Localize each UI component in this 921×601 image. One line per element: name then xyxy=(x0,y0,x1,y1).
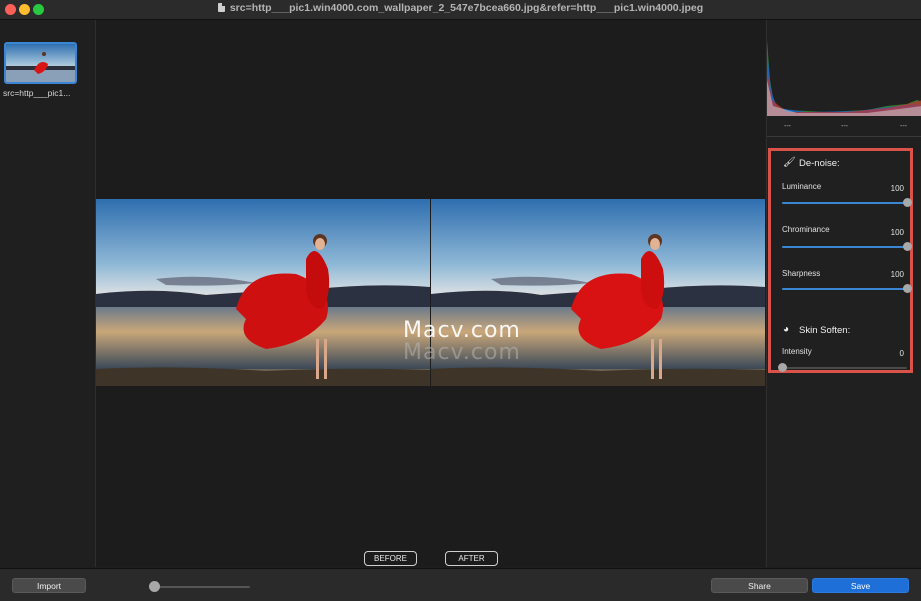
before-button[interactable]: BEFORE xyxy=(364,551,417,566)
slider-knob[interactable] xyxy=(903,242,912,251)
histogram xyxy=(767,20,921,116)
thumbnail-sidebar: src=http___pic1... xyxy=(0,20,96,567)
thumbnail-label: src=http___pic1... xyxy=(3,88,71,98)
before-photo xyxy=(96,199,430,386)
luminance-slider[interactable] xyxy=(782,198,912,207)
title-bar: src=http___pic1.win4000.com_wallpaper_2_… xyxy=(0,0,921,20)
slider-fill xyxy=(782,246,907,248)
save-button[interactable]: Save xyxy=(812,578,909,593)
watermark-echo: Macv.com xyxy=(403,340,521,365)
slider-fill xyxy=(782,202,907,204)
preview-canvas: Macv.com Macv.com BEFORE AFTER xyxy=(96,20,765,567)
brush-icon: 🖌 xyxy=(783,157,796,168)
skin-soften-title: Skin Soften: xyxy=(799,325,851,336)
after-button[interactable]: AFTER xyxy=(445,551,498,566)
bottom-toolbar: Import Share Save xyxy=(0,568,921,601)
intensity-value: 0 xyxy=(899,349,904,358)
divider xyxy=(767,136,921,137)
slider-knob[interactable] xyxy=(778,363,787,372)
histogram-stat: --- xyxy=(841,123,848,130)
adjustments-panel: --- --- --- 🖌 De-noise: Luminance 100 Ch… xyxy=(766,20,921,567)
denoise-title: De-noise: xyxy=(799,158,840,169)
share-button[interactable]: Share xyxy=(711,578,808,593)
adjustments-box: 🖌 De-noise: Luminance 100 Chrominance 10… xyxy=(768,148,913,373)
intensity-slider[interactable] xyxy=(778,363,907,372)
luminance-label: Luminance xyxy=(782,182,822,191)
slider-fill xyxy=(782,288,907,290)
slider-knob[interactable] xyxy=(903,198,912,207)
chrominance-slider[interactable] xyxy=(782,242,912,251)
histogram-stats: --- --- --- xyxy=(767,123,921,133)
window-title: src=http___pic1.win4000.com_wallpaper_2_… xyxy=(229,2,704,14)
zoom-slider-knob[interactable] xyxy=(149,581,160,592)
chrominance-label: Chrominance xyxy=(782,225,830,234)
sharpness-slider[interactable] xyxy=(782,284,912,293)
image-thumbnail[interactable] xyxy=(4,42,77,84)
document-icon xyxy=(217,3,225,12)
window-title-wrap: src=http___pic1.win4000.com_wallpaper_2_… xyxy=(0,2,921,14)
luminance-value: 100 xyxy=(890,184,904,193)
intensity-label: Intensity xyxy=(782,347,812,356)
zoom-slider[interactable] xyxy=(150,586,250,588)
import-button[interactable]: Import xyxy=(12,578,86,593)
thumbnail-image xyxy=(6,44,75,82)
chrominance-value: 100 xyxy=(890,228,904,237)
before-image xyxy=(96,199,430,386)
histogram-stat: --- xyxy=(900,123,907,130)
histogram-stat: --- xyxy=(784,123,791,130)
sharpness-label: Sharpness xyxy=(782,269,821,278)
slider-knob[interactable] xyxy=(903,284,912,293)
sharpness-value: 100 xyxy=(890,270,904,279)
face-icon: ◕ xyxy=(783,324,790,335)
